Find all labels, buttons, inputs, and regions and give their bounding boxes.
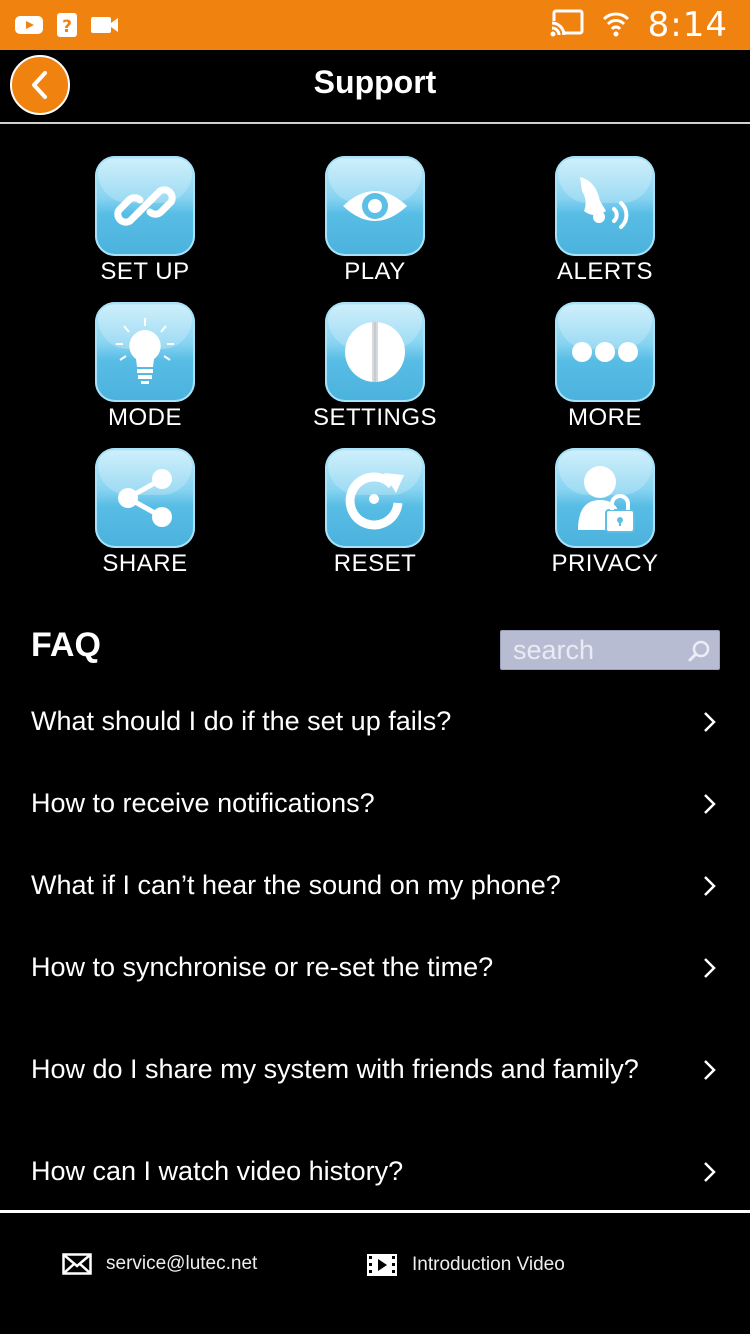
faq-item[interactable]: What if I can’t hear the sound on my pho…: [0, 844, 750, 926]
faq-item[interactable]: How to synchronise or re-set the time?: [0, 926, 750, 1008]
mode-tile[interactable]: MODE: [30, 302, 260, 448]
setup-tile[interactable]: SET UP: [30, 156, 260, 302]
faq-question: What should I do if the set up fails?: [31, 706, 452, 736]
tile-label: SETTINGS: [312, 404, 437, 431]
eye-icon: [325, 156, 425, 256]
chevron-right-icon: [704, 958, 716, 978]
faq-item[interactable]: How do I share my system with friends an…: [0, 1008, 750, 1130]
intro-video-link[interactable]: Introduction Video: [366, 1253, 565, 1277]
mail-icon: [62, 1253, 92, 1275]
tile-label: PLAY: [344, 258, 406, 285]
status-right: 8:14: [549, 0, 728, 50]
faq-question: How can I watch video history?: [31, 1156, 404, 1186]
footer: service@lutec.net Introduction Video: [0, 1213, 750, 1334]
tile-label: SHARE: [102, 550, 188, 577]
settings-icon: [325, 302, 425, 402]
chevron-right-icon: [704, 876, 716, 896]
reset-icon: [325, 448, 425, 548]
film-icon: [367, 1254, 397, 1276]
reset-tile[interactable]: RESET: [260, 448, 490, 594]
faq-search[interactable]: [500, 630, 720, 670]
link-icon: [95, 156, 195, 256]
help-icon: ?: [56, 11, 78, 44]
share-tile[interactable]: SHARE: [30, 448, 260, 594]
tile-label: PRIVACY: [551, 550, 659, 577]
status-left-icons: ?: [14, 11, 120, 44]
faq-question: How do I share my system with friends an…: [31, 1054, 639, 1084]
faq-item[interactable]: How can I watch video history?: [0, 1130, 750, 1212]
faq-heading: FAQ: [31, 626, 101, 664]
faq-question: How to receive notifications?: [31, 788, 375, 818]
settings-tile[interactable]: SETTINGS: [260, 302, 490, 448]
email-link[interactable]: service@lutec.net: [62, 1253, 257, 1275]
chevron-right-icon: [704, 1162, 716, 1182]
video-icon: [90, 13, 120, 42]
search-icon[interactable]: [687, 639, 711, 668]
more-tile[interactable]: MORE: [490, 302, 720, 448]
wifi-icon: [602, 9, 630, 42]
tile-label: MODE: [108, 404, 182, 431]
youtube-icon: [14, 13, 44, 42]
faq-item[interactable]: How to receive notifications?: [0, 762, 750, 844]
email-text: service@lutec.net: [106, 1253, 258, 1274]
alerts-tile[interactable]: ALERTS: [490, 156, 720, 302]
faq-list: What should I do if the set up fails? Ho…: [0, 680, 750, 1212]
tile-label: MORE: [568, 404, 642, 431]
chevron-right-icon: [704, 712, 716, 732]
tile-label: SET UP: [100, 258, 190, 285]
share-icon: [95, 448, 195, 548]
faq-question: How to synchronise or re-set the time?: [31, 952, 494, 982]
bell-icon: [555, 156, 655, 256]
play-tile[interactable]: PLAY: [260, 156, 490, 302]
tile-label: RESET: [333, 550, 417, 577]
lightbulb-icon: [95, 302, 195, 402]
status-bar: ? 8:14: [0, 0, 750, 50]
more-icon: [555, 302, 655, 402]
status-time: 8:14: [647, 5, 728, 45]
svg-text:?: ?: [62, 17, 72, 37]
privacy-tile[interactable]: PRIVACY: [490, 448, 720, 594]
faq-question: What if I can’t hear the sound on my pho…: [31, 870, 561, 900]
privacy-lock-icon: [555, 448, 655, 548]
chevron-right-icon: [704, 1060, 716, 1080]
faq-item[interactable]: What should I do if the set up fails?: [0, 680, 750, 762]
chevron-right-icon: [704, 794, 716, 814]
cast-icon: [549, 9, 584, 42]
intro-video-text: Introduction Video: [412, 1254, 565, 1275]
support-menu-grid: SET UP PLAY ALERTS MODE SETTINGS MORE SH…: [30, 156, 720, 594]
page-title: Support: [313, 64, 437, 100]
tile-label: ALERTS: [557, 258, 653, 285]
app-header: Support: [0, 50, 750, 124]
search-input[interactable]: [501, 631, 681, 669]
